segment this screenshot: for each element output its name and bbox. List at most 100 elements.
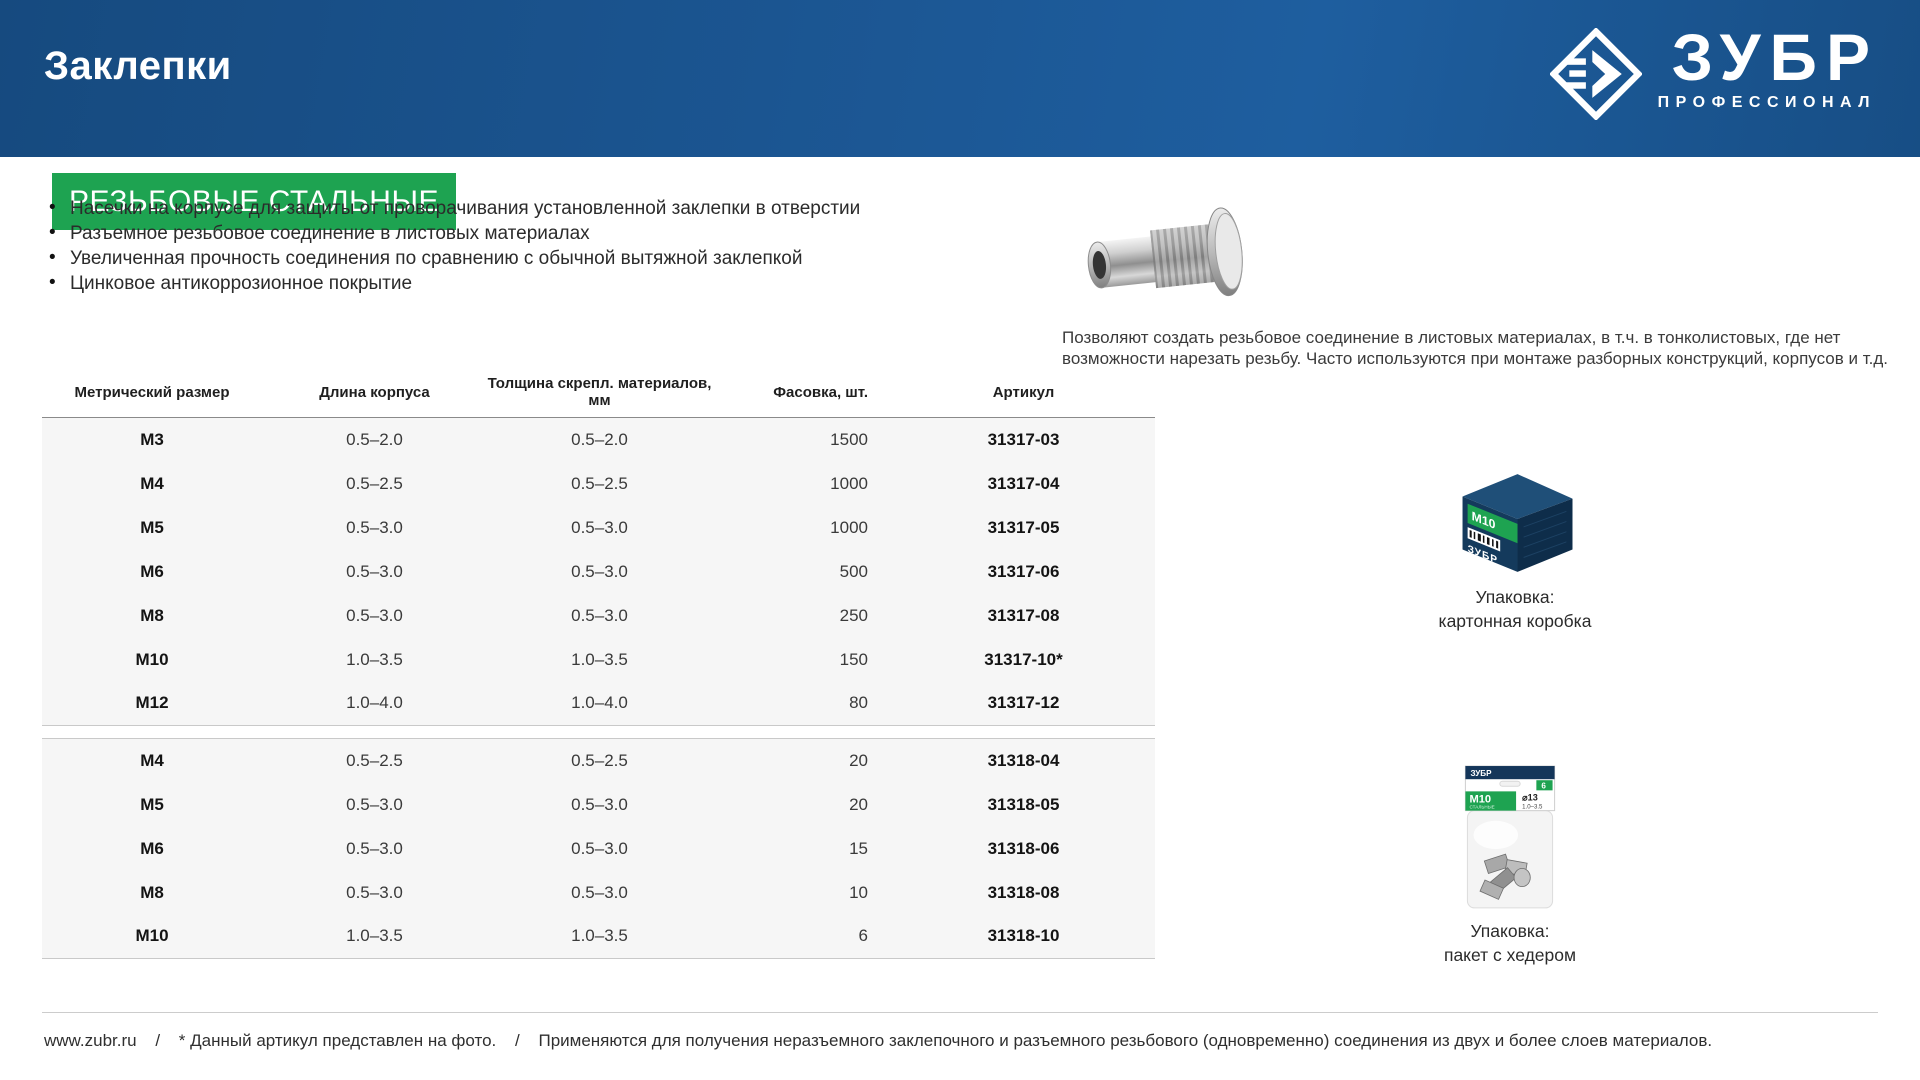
table-row: М5 0.5–3.0 0.5–3.0 20 31318-05 <box>42 783 1155 827</box>
brand-tagline: ПРОФЕССИОНАЛ <box>1658 94 1876 112</box>
table-row: М8 0.5–3.0 0.5–3.0 10 31318-08 <box>42 871 1155 915</box>
carton-box-caption: Упаковка: картонная коробка <box>1395 585 1635 633</box>
cell-pack-qty: 20 <box>712 783 892 827</box>
col-header-metric-size: Метрический размер <box>42 375 262 418</box>
cell-body-length: 0.5–2.5 <box>262 462 487 506</box>
col-header-pack-qty: Фасовка, шт. <box>712 375 892 418</box>
cell-metric-size: М10 <box>42 638 262 682</box>
cell-pack-qty: 6 <box>712 915 892 959</box>
cell-material-thickness: 0.5–3.0 <box>487 783 712 827</box>
feature-item: Цинковое антикоррозионное покрытие <box>46 274 876 293</box>
feature-list: Насечки на корпусе для защиты от провора… <box>46 199 876 299</box>
bag-photo: ЗУБР 6 M10 СТАЛЬНЫЕ ⌀13 1.0–3.5 <box>1455 764 1565 914</box>
spec-table-carton: Метрический размер Длина корпуса Толщина… <box>42 375 1155 726</box>
cell-material-thickness: 0.5–2.0 <box>487 418 712 462</box>
table-row: М6 0.5–3.0 0.5–3.0 15 31318-06 <box>42 827 1155 871</box>
cell-sku: 31317-05 <box>892 506 1155 550</box>
cell-material-thickness: 1.0–4.0 <box>487 682 712 726</box>
cell-body-length: 0.5–3.0 <box>262 550 487 594</box>
cell-sku: 31318-05 <box>892 783 1155 827</box>
col-header-material-thickness: Толщина скрепл. материалов, мм <box>487 375 712 418</box>
cell-material-thickness: 0.5–3.0 <box>487 827 712 871</box>
table-header-row: Метрический размер Длина корпуса Толщина… <box>42 375 1155 418</box>
cell-pack-qty: 80 <box>712 682 892 726</box>
col-header-sku: Артикул <box>892 375 1155 418</box>
cell-metric-size: М6 <box>42 827 262 871</box>
cell-pack-qty: 10 <box>712 871 892 915</box>
bag-diameter: ⌀13 <box>1522 792 1538 802</box>
carton-box-photo: M10 ЗУБР <box>1448 466 1586 578</box>
cell-metric-size: М5 <box>42 506 262 550</box>
cell-sku: 31317-08 <box>892 594 1155 638</box>
cell-body-length: 0.5–3.0 <box>262 783 487 827</box>
table-body-bag: М4 0.5–2.5 0.5–2.5 20 31318-04 М5 0.5–3.… <box>42 739 1155 959</box>
footer-separator: / <box>515 1031 520 1050</box>
cell-pack-qty: 150 <box>712 638 892 682</box>
cell-material-thickness: 1.0–3.5 <box>487 915 712 959</box>
footer-divider <box>42 1012 1878 1013</box>
cell-pack-qty: 1000 <box>712 506 892 550</box>
caption-line-2: пакет с хедером <box>1390 943 1630 967</box>
cell-material-thickness: 1.0–3.5 <box>487 638 712 682</box>
col-header-body-length: Длина корпуса <box>262 375 487 418</box>
cell-metric-size: М5 <box>42 783 262 827</box>
page-title: Заклепки <box>44 44 232 89</box>
feature-item: Разъемное резьбовое соединение в листовы… <box>46 224 876 243</box>
cell-metric-size: М6 <box>42 550 262 594</box>
table-row: М4 0.5–2.5 0.5–2.5 20 31318-04 <box>42 739 1155 783</box>
cell-metric-size: М12 <box>42 682 262 726</box>
cell-material-thickness: 0.5–3.0 <box>487 550 712 594</box>
cell-pack-qty: 500 <box>712 550 892 594</box>
cell-sku: 31317-12 <box>892 682 1155 726</box>
table-row: М10 1.0–3.5 1.0–3.5 150 31317-10* <box>42 638 1155 682</box>
cell-sku: 31317-10* <box>892 638 1155 682</box>
cell-material-thickness: 0.5–2.5 <box>487 739 712 783</box>
bag-range: 1.0–3.5 <box>1522 804 1543 811</box>
caption-line-1: Упаковка: <box>1390 919 1630 943</box>
cell-sku: 31317-04 <box>892 462 1155 506</box>
cell-metric-size: М4 <box>42 739 262 783</box>
bag-header-brand: ЗУБР <box>1470 769 1492 778</box>
cell-metric-size: М3 <box>42 418 262 462</box>
zubr-diamond-icon <box>1550 28 1642 120</box>
rivet-nut-photo <box>1075 198 1275 316</box>
cell-body-length: 1.0–4.0 <box>262 682 487 726</box>
cell-sku: 31318-10 <box>892 915 1155 959</box>
footer-site-link[interactable]: www.zubr.ru <box>44 1031 137 1050</box>
cell-sku: 31318-06 <box>892 827 1155 871</box>
spec-table-bag: М4 0.5–2.5 0.5–2.5 20 31318-04 М5 0.5–3.… <box>42 738 1155 959</box>
cell-body-length: 1.0–3.5 <box>262 638 487 682</box>
cell-metric-size: М4 <box>42 462 262 506</box>
cell-body-length: 0.5–2.5 <box>262 739 487 783</box>
cell-body-length: 0.5–2.0 <box>262 418 487 462</box>
cell-metric-size: М8 <box>42 871 262 915</box>
cell-sku: 31317-03 <box>892 418 1155 462</box>
bag-qty-badge: 6 <box>1541 781 1546 790</box>
cell-material-thickness: 0.5–2.5 <box>487 462 712 506</box>
cell-sku: 31318-08 <box>892 871 1155 915</box>
cell-pack-qty: 15 <box>712 827 892 871</box>
cell-material-thickness: 0.5–3.0 <box>487 506 712 550</box>
bag-caption: Упаковка: пакет с хедером <box>1390 919 1630 967</box>
cell-body-length: 0.5–3.0 <box>262 827 487 871</box>
cell-body-length: 0.5–3.0 <box>262 506 487 550</box>
footer: www.zubr.ru / * Данный артикул представл… <box>44 1031 1712 1051</box>
table-row: М4 0.5–2.5 0.5–2.5 1000 31317-04 <box>42 462 1155 506</box>
cell-material-thickness: 0.5–3.0 <box>487 871 712 915</box>
cell-pack-qty: 1000 <box>712 462 892 506</box>
cell-pack-qty: 20 <box>712 739 892 783</box>
product-description: Позволяют создать резьбовое соединение в… <box>1062 327 1914 369</box>
cell-sku: 31317-06 <box>892 550 1155 594</box>
footer-note-usage: Применяются для получения неразъемного з… <box>538 1031 1712 1050</box>
table-body-carton: М3 0.5–2.0 0.5–2.0 1500 31317-03 М4 0.5–… <box>42 418 1155 726</box>
table-row: М12 1.0–4.0 1.0–4.0 80 31317-12 <box>42 682 1155 726</box>
table-row: М3 0.5–2.0 0.5–2.0 1500 31317-03 <box>42 418 1155 462</box>
brand-text: ЗУБР ПРОФЕССИОНАЛ <box>1658 24 1870 112</box>
caption-line-1: Упаковка: <box>1395 585 1635 609</box>
table-row: М5 0.5–3.0 0.5–3.0 1000 31317-05 <box>42 506 1155 550</box>
cell-material-thickness: 0.5–3.0 <box>487 594 712 638</box>
bag-size-sublabel: СТАЛЬНЫЕ <box>1469 805 1494 810</box>
cell-body-length: 1.0–3.5 <box>262 915 487 959</box>
table-row: М6 0.5–3.0 0.5–3.0 500 31317-06 <box>42 550 1155 594</box>
feature-item: Увеличенная прочность соединения по срав… <box>46 249 876 268</box>
